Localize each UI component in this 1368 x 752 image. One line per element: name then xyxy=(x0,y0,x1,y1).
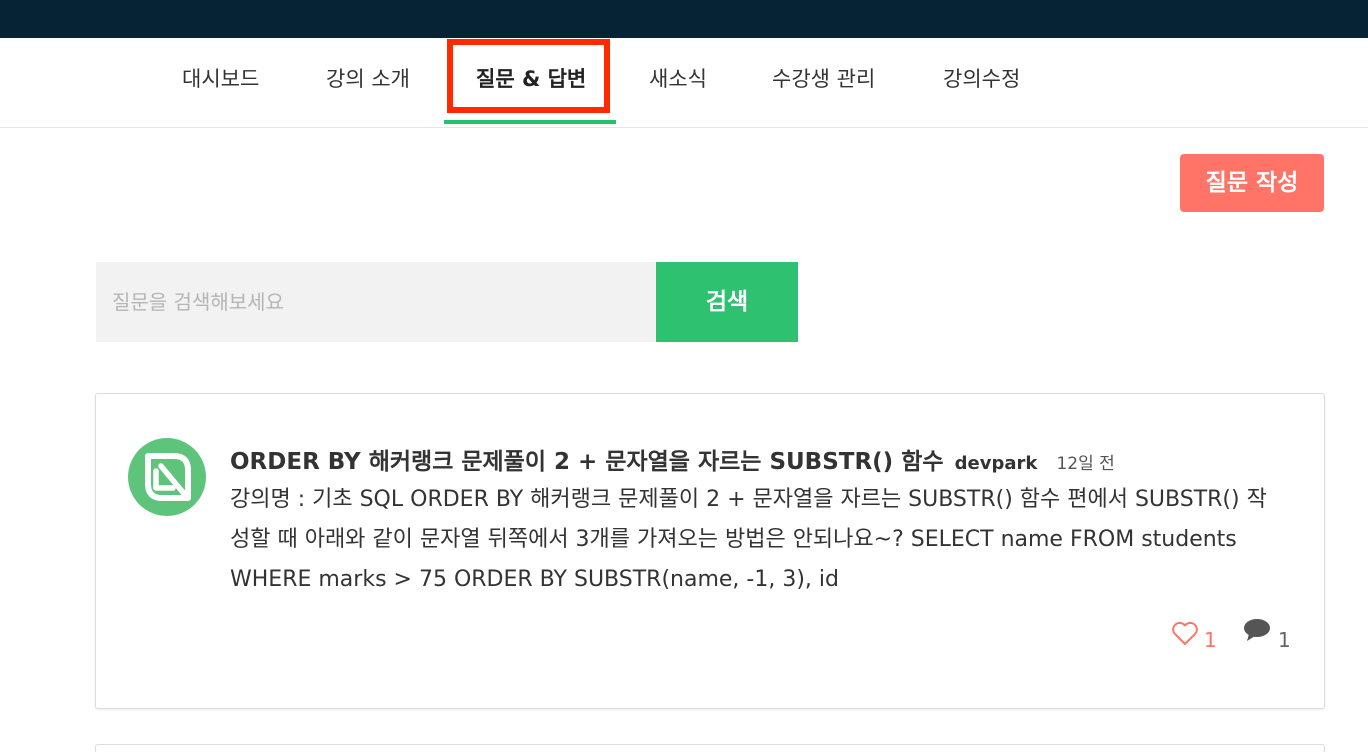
search-button[interactable]: 검색 xyxy=(656,262,798,342)
question-header: ORDER BY 해커랭크 문제풀이 2 + 문자열을 자르는 SUBSTR()… xyxy=(230,442,1290,476)
question-time: 12일 전 xyxy=(1056,454,1115,474)
tab-edit-course[interactable]: 강의수정 xyxy=(943,38,1020,126)
tab-dashboard[interactable]: 대시보드 xyxy=(182,38,259,126)
write-question-button[interactable]: 질문 작성 xyxy=(1180,154,1324,212)
leaf-avatar-icon xyxy=(128,438,206,516)
course-tab-nav: 대시보드 강의 소개 질문 & 답변 새소식 수강생 관리 강의수정 xyxy=(0,38,1368,128)
question-author[interactable]: devpark xyxy=(955,453,1038,474)
speech-bubble-icon xyxy=(1244,619,1270,641)
like-count: 1 xyxy=(1204,628,1217,652)
tab-student-management[interactable]: 수강생 관리 xyxy=(772,38,875,126)
active-tab-underline xyxy=(444,120,616,124)
question-card-next[interactable] xyxy=(95,744,1325,752)
question-search-input[interactable] xyxy=(96,262,656,342)
tab-news[interactable]: 새소식 xyxy=(649,38,707,126)
top-header-bar xyxy=(0,0,1368,38)
tab-course-intro[interactable]: 강의 소개 xyxy=(326,38,410,126)
question-body: 강의명 : 기초 SQL ORDER BY 해커랭크 문제풀이 2 + 문자열을… xyxy=(230,487,1267,592)
heart-icon[interactable] xyxy=(1171,620,1199,646)
comment-count: 1 xyxy=(1278,628,1291,652)
tab-qna[interactable]: 질문 & 답변 xyxy=(476,38,586,126)
question-title[interactable]: ORDER BY 해커랭크 문제풀이 2 + 문자열을 자르는 SUBSTR()… xyxy=(230,449,944,475)
question-card[interactable]: ORDER BY 해커랭크 문제풀이 2 + 문자열을 자르는 SUBSTR()… xyxy=(95,393,1325,709)
